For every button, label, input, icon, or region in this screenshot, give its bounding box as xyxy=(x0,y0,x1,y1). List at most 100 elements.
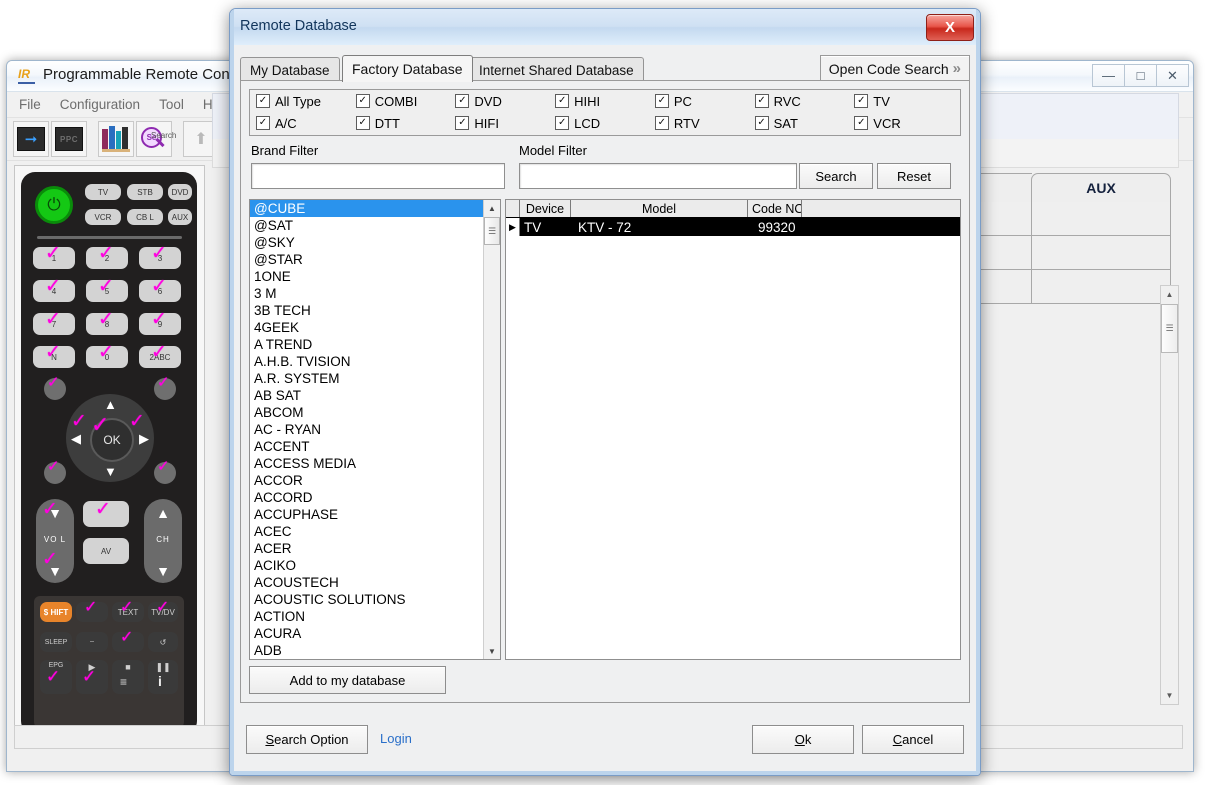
remote-key-8[interactable]: 8 xyxy=(86,313,128,335)
brand-filter-input[interactable] xyxy=(251,163,505,189)
remote-key-dvd[interactable]: DVD xyxy=(168,184,192,200)
remote-power-button[interactable]: ⏻ xyxy=(35,186,73,224)
remote-key-shift[interactable]: $ HIFT xyxy=(40,602,72,622)
remote-key-vcr[interactable]: VCR xyxy=(85,209,121,225)
dialog-close-button[interactable]: X xyxy=(926,14,974,41)
remote-key-9[interactable]: 9 xyxy=(139,313,181,335)
remote-channel-rocker[interactable]: ▲ CH ▼ xyxy=(144,499,182,583)
search-button[interactable]: Search xyxy=(799,163,873,189)
list-item[interactable]: @SAT xyxy=(250,217,483,234)
dpad-up-icon[interactable]: ▲ xyxy=(104,397,117,412)
list-item[interactable]: ACEC xyxy=(250,523,483,540)
column-header-device[interactable]: Device xyxy=(520,200,571,217)
checkbox-icon[interactable]: ✓ xyxy=(256,116,270,130)
list-item[interactable]: ACTION xyxy=(250,608,483,625)
dpad-right-icon[interactable]: ▶ xyxy=(139,431,149,447)
checkbox-dvd[interactable]: ✓ DVD xyxy=(455,91,555,112)
checkbox-hihi[interactable]: ✓ HIHI xyxy=(555,91,655,112)
remote-key-5[interactable]: 5 xyxy=(86,280,128,302)
list-item[interactable]: ACOUSTECH xyxy=(250,574,483,591)
scroll-up-arrow-icon[interactable]: ▲ xyxy=(1161,286,1178,303)
list-item[interactable]: A TREND xyxy=(250,336,483,353)
checkbox-lcd[interactable]: ✓ LCD xyxy=(555,113,655,134)
scrollbar-thumb[interactable]: ☰ xyxy=(1161,304,1178,353)
table-row[interactable] xyxy=(1031,236,1171,270)
checkbox-sat[interactable]: ✓ SAT xyxy=(754,113,855,134)
checkbox-icon[interactable]: ✓ xyxy=(555,94,570,108)
checkbox-icon[interactable]: ✓ xyxy=(854,94,869,108)
cancel-button[interactable]: Cancel xyxy=(862,725,964,754)
search-option-button[interactable]: Search Option xyxy=(246,725,368,754)
checkbox-ac[interactable]: ✓ A/C xyxy=(256,113,356,134)
checkbox-icon[interactable]: ✓ xyxy=(455,116,470,130)
tab-my-database[interactable]: My Database xyxy=(240,57,340,82)
list-item[interactable]: ACER xyxy=(250,540,483,557)
remote-key-4[interactable]: 4 xyxy=(33,280,75,302)
table-row[interactable] xyxy=(1031,270,1171,304)
model-results-grid[interactable]: Device Model Code NO ▶ TV KTV - 72 99320 xyxy=(505,199,961,660)
menu-tool[interactable]: Tool xyxy=(159,97,184,112)
remote-key-left-bottom[interactable] xyxy=(44,462,66,484)
menu-file[interactable]: File xyxy=(19,97,41,112)
remote-key-subtitle[interactable]: ⎯ xyxy=(76,632,108,652)
list-item[interactable]: ACURA xyxy=(250,625,483,642)
remote-key-1[interactable]: 1 xyxy=(33,247,75,269)
list-item[interactable]: ACCORD xyxy=(250,489,483,506)
remote-dpad[interactable]: ▲ ▼ ◀ ▶ OK xyxy=(66,394,154,482)
list-item[interactable]: 1ONE xyxy=(250,268,483,285)
checkbox-icon[interactable]: ✓ xyxy=(355,116,370,130)
code-search-magnifier-icon[interactable]: Se Search xyxy=(136,121,176,157)
database-books-icon[interactable] xyxy=(98,121,134,157)
checkbox-icon[interactable]: ✓ xyxy=(256,94,270,108)
minimize-button[interactable]: — xyxy=(1092,64,1125,87)
reset-button[interactable]: Reset xyxy=(877,163,951,189)
close-button[interactable]: ✕ xyxy=(1156,64,1189,87)
checkbox-icon[interactable]: ✓ xyxy=(455,94,470,108)
dpad-left-icon[interactable]: ◀ xyxy=(71,431,81,447)
remote-key-tv[interactable]: TV xyxy=(85,184,121,200)
column-header-model[interactable]: Model xyxy=(571,200,748,217)
checkbox-icon[interactable]: ✓ xyxy=(555,116,570,130)
list-item[interactable]: ACIKO xyxy=(250,557,483,574)
checkbox-dtt[interactable]: ✓ DTT xyxy=(355,113,456,134)
remote-key-n[interactable]: N xyxy=(33,346,75,368)
remote-key-tvdv[interactable]: TV/DV xyxy=(148,602,178,622)
checkbox-vcr[interactable]: ✓ VCR xyxy=(854,113,954,134)
list-item[interactable]: ACOUSTIC SOLUTIONS xyxy=(250,591,483,608)
column-header-code-no[interactable]: Code NO xyxy=(748,200,802,217)
list-item[interactable]: ACCESS MEDIA xyxy=(250,455,483,472)
send-to-device-icon[interactable]: ➞ xyxy=(13,121,49,157)
remote-key-7[interactable]: 7 xyxy=(33,313,75,335)
remote-key-mute[interactable] xyxy=(83,501,129,527)
login-link[interactable]: Login xyxy=(380,731,412,746)
remote-key-2[interactable]: 2 xyxy=(86,247,128,269)
remote-volume-rocker[interactable]: ▼ VO L ▼ xyxy=(36,499,74,583)
add-to-my-database-button[interactable]: Add to my database xyxy=(249,666,446,694)
remote-key-0[interactable]: 0 xyxy=(86,346,128,368)
remote-key-sleep[interactable]: SLEEP xyxy=(40,632,72,652)
checkbox-rvc[interactable]: ✓ RVC xyxy=(754,91,855,112)
checkbox-combi[interactable]: ✓ COMBI xyxy=(355,91,456,112)
ok-button[interactable]: Ok xyxy=(752,725,854,754)
list-item[interactable]: ABCOM xyxy=(250,404,483,421)
tab-factory-database[interactable]: Factory Database xyxy=(342,55,473,82)
volume-up-icon[interactable]: ▼ xyxy=(36,505,74,521)
open-code-search-button[interactable]: Open Code Search » xyxy=(819,55,970,82)
remote-key-ok[interactable]: OK xyxy=(90,418,134,462)
checkbox-icon[interactable]: ✓ xyxy=(854,116,869,130)
remote-key-repeat[interactable]: ↺ xyxy=(148,632,178,652)
list-item[interactable]: ACCOR xyxy=(250,472,483,489)
list-item[interactable]: @CUBE xyxy=(250,200,483,217)
remote-key-stb[interactable]: STB xyxy=(127,184,163,200)
remote-key-right-bottom[interactable] xyxy=(154,462,176,484)
remote-key-6[interactable]: 6 xyxy=(139,280,181,302)
list-item[interactable]: A.H.B. TVISION xyxy=(250,353,483,370)
remote-key-left-top[interactable] xyxy=(44,378,66,400)
checkbox-icon[interactable]: ✓ xyxy=(754,94,769,108)
table-row[interactable]: ▶ TV KTV - 72 99320 xyxy=(506,218,960,236)
list-item[interactable]: 3B TECH xyxy=(250,302,483,319)
remote-key-pause[interactable]: ❚❚ xyxy=(148,660,178,694)
remote-key-epg[interactable]: EPG xyxy=(40,660,72,694)
dpad-down-icon[interactable]: ▼ xyxy=(104,464,117,479)
remote-key-text[interactable]: TEXT xyxy=(112,602,144,622)
